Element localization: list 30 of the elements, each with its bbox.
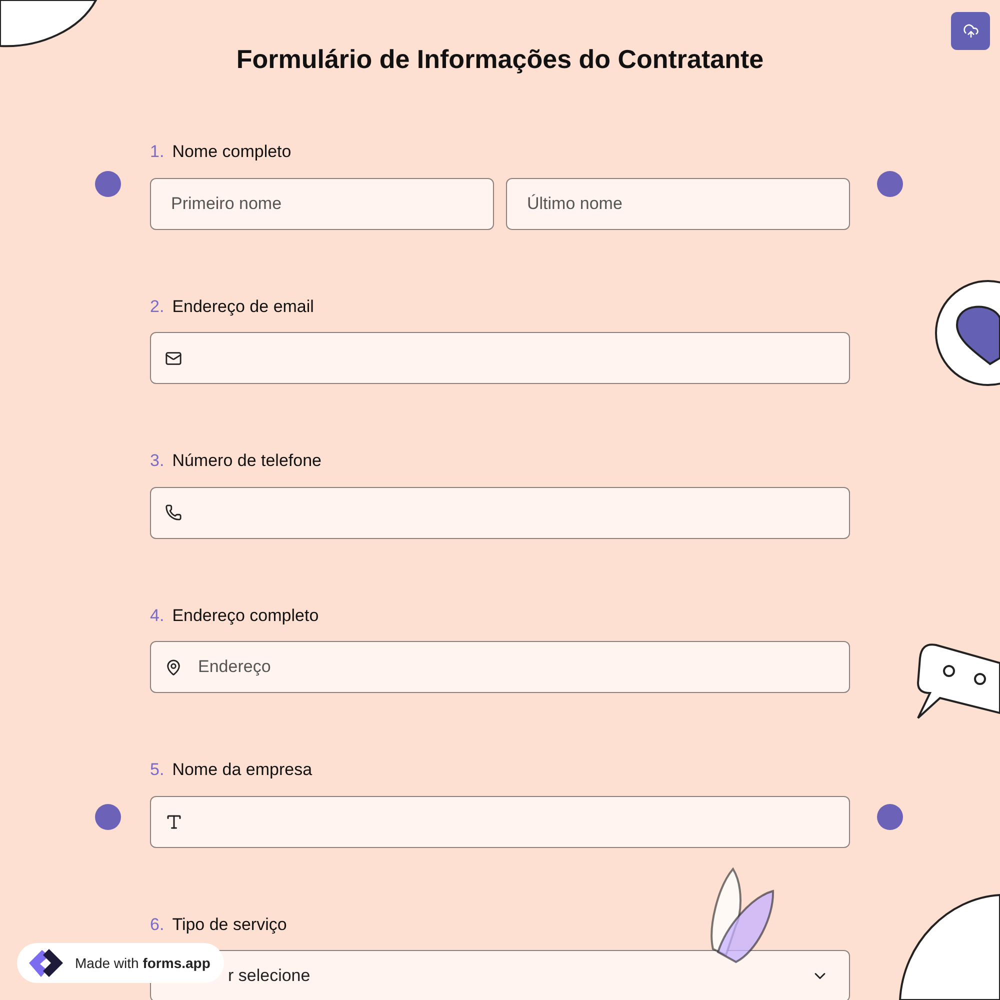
question-label: Nome da empresa [172,759,312,781]
question-label: Tipo de serviço [172,914,287,936]
upload-button[interactable] [951,12,990,50]
made-with-badge[interactable]: Made with forms.app [17,943,224,983]
question-number: 2. [150,296,164,318]
form-title: Formulário de Informações do Contratante [236,43,764,76]
question-label: Nome completo [172,141,292,163]
text-icon [165,812,183,830]
dot-decoration [877,171,903,197]
input-field[interactable] [150,796,850,848]
input-field[interactable]: Endereço [150,641,850,693]
question-number: 6. [150,914,164,936]
question-label: Endereço de email [172,296,314,318]
map-pin-icon [165,658,182,676]
upload-icon [962,23,978,39]
name-field[interactable]: Primeiro nome [150,178,494,230]
dot-decoration [95,804,121,830]
dot-decoration [95,171,121,197]
question-number: 3. [150,450,164,472]
question-number: 4. [150,604,164,626]
input-field[interactable] [150,332,850,384]
mail-icon [165,350,182,366]
question-number: 5. [150,759,164,781]
name-field[interactable]: Último nome [506,178,850,230]
question-number: 1. [150,141,164,163]
phone-icon [165,504,182,521]
dot-decoration [877,804,903,830]
question-label: Endereço completo [172,604,319,627]
input-field[interactable] [150,486,850,538]
question-label: Número de telefone [172,450,322,472]
